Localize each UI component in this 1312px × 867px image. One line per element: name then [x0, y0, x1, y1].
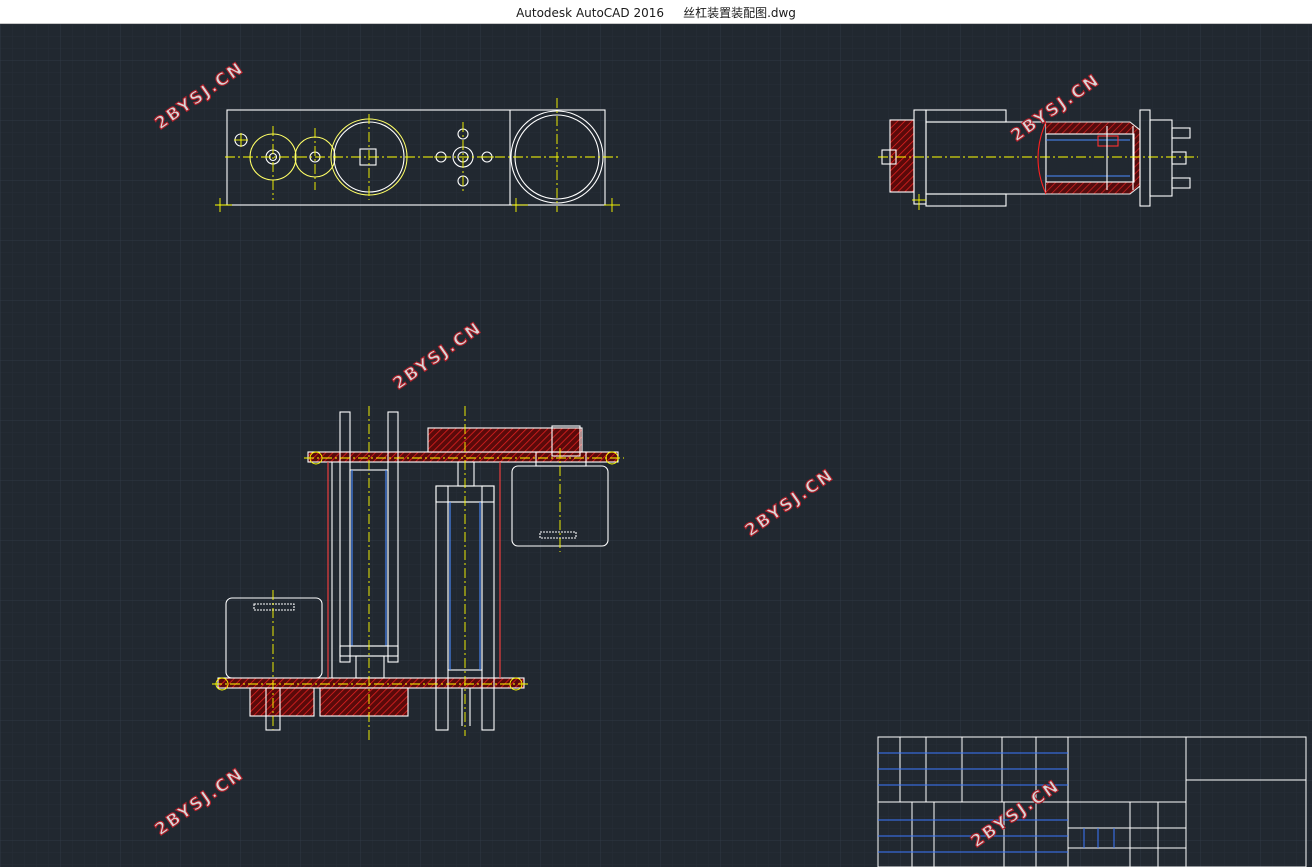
window-title: Autodesk AutoCAD 2016 丝杠装置装配图.dwg: [0, 4, 1312, 21]
title-bar: Autodesk AutoCAD 2016 丝杠装置装配图.dwg: [0, 0, 1312, 24]
drawing-canvas[interactable]: 2BYSJ.CN 2BYSJ.CN 2BYSJ.CN 2BYSJ.CN 2BYS…: [0, 24, 1312, 867]
app-name: Autodesk AutoCAD 2016: [516, 6, 664, 20]
file-name: 丝杠装置装配图.dwg: [683, 6, 796, 20]
